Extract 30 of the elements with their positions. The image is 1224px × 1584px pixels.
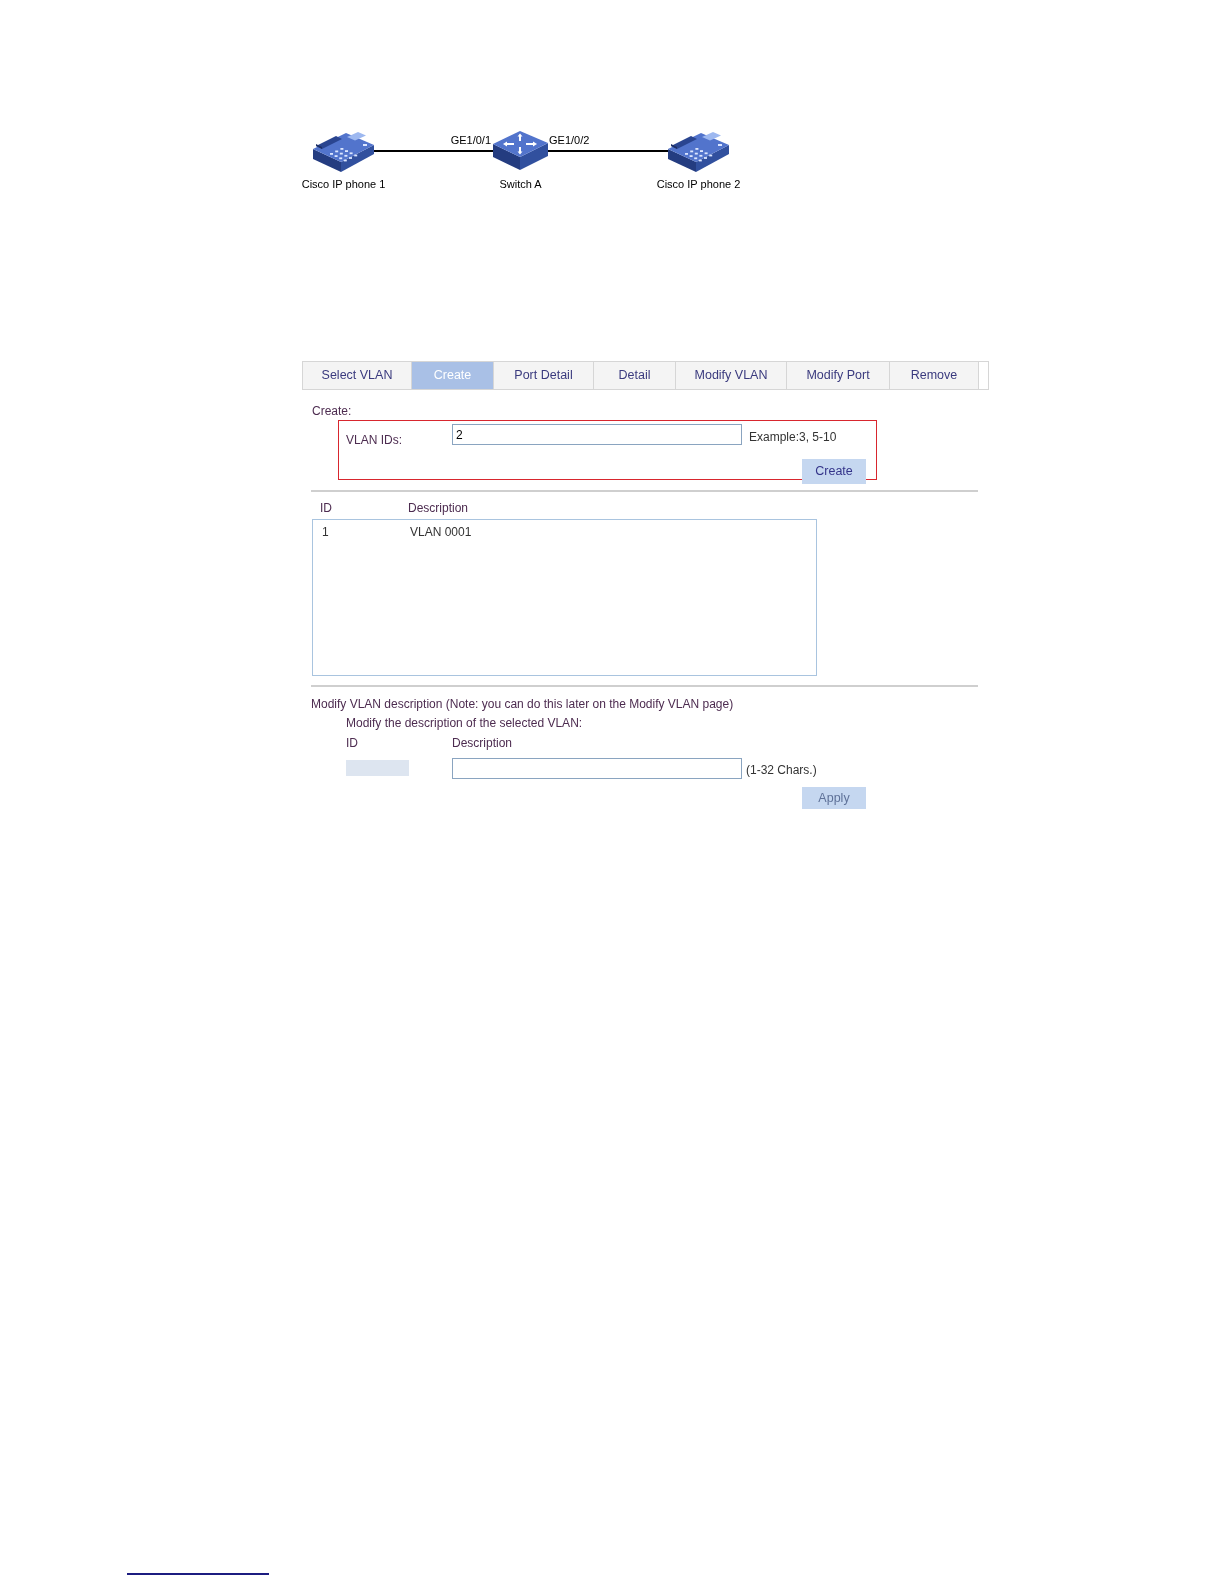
field-label: VLAN IDs:: [346, 433, 402, 447]
tab[interactable]: Modify VLAN: [676, 362, 787, 389]
tab[interactable]: Remove: [890, 362, 979, 389]
id-text: 1: [322, 525, 329, 539]
network-switch-icon: [493, 131, 548, 170]
vlan-ids-field[interactable]: 2: [452, 424, 742, 445]
desk-phone-icon: [313, 129, 374, 172]
port-label: GE1/0/1: [450, 133, 491, 147]
hint-text: Example:3, 5-10: [749, 429, 837, 445]
port-label: GE1/0/2: [549, 133, 590, 147]
tab[interactable]: Port Detail: [494, 362, 594, 389]
description-field[interactable]: [452, 758, 742, 779]
tab[interactable]: Modify Port: [787, 362, 890, 389]
tab[interactable]: Select VLAN: [303, 362, 412, 389]
node-label: Switch A: [499, 177, 542, 191]
column-header: Description: [408, 501, 469, 515]
section-heading: Modify VLAN description (Note: you can do this later on the Modify VLAN page): [311, 696, 734, 712]
hint-text: (1-32 Chars.): [746, 762, 817, 778]
tab[interactable]: Detail: [594, 362, 676, 389]
desk-phone-icon: [668, 129, 729, 172]
instruction-text: Modify the description of the selected VLAN:: [346, 715, 583, 731]
button[interactable]: Create: [802, 459, 866, 484]
section-heading: Create:: [312, 403, 352, 419]
description-text: VLAN 0001: [410, 524, 472, 540]
node-label: Cisco IP phone 1: [301, 177, 386, 191]
node-label: Cisco IP phone 2: [656, 177, 741, 191]
column-header: ID: [320, 501, 332, 515]
column-header: ID: [346, 736, 358, 750]
list-row[interactable]: 1 VLAN 0001: [313, 524, 472, 540]
column-header: Description: [452, 736, 513, 750]
